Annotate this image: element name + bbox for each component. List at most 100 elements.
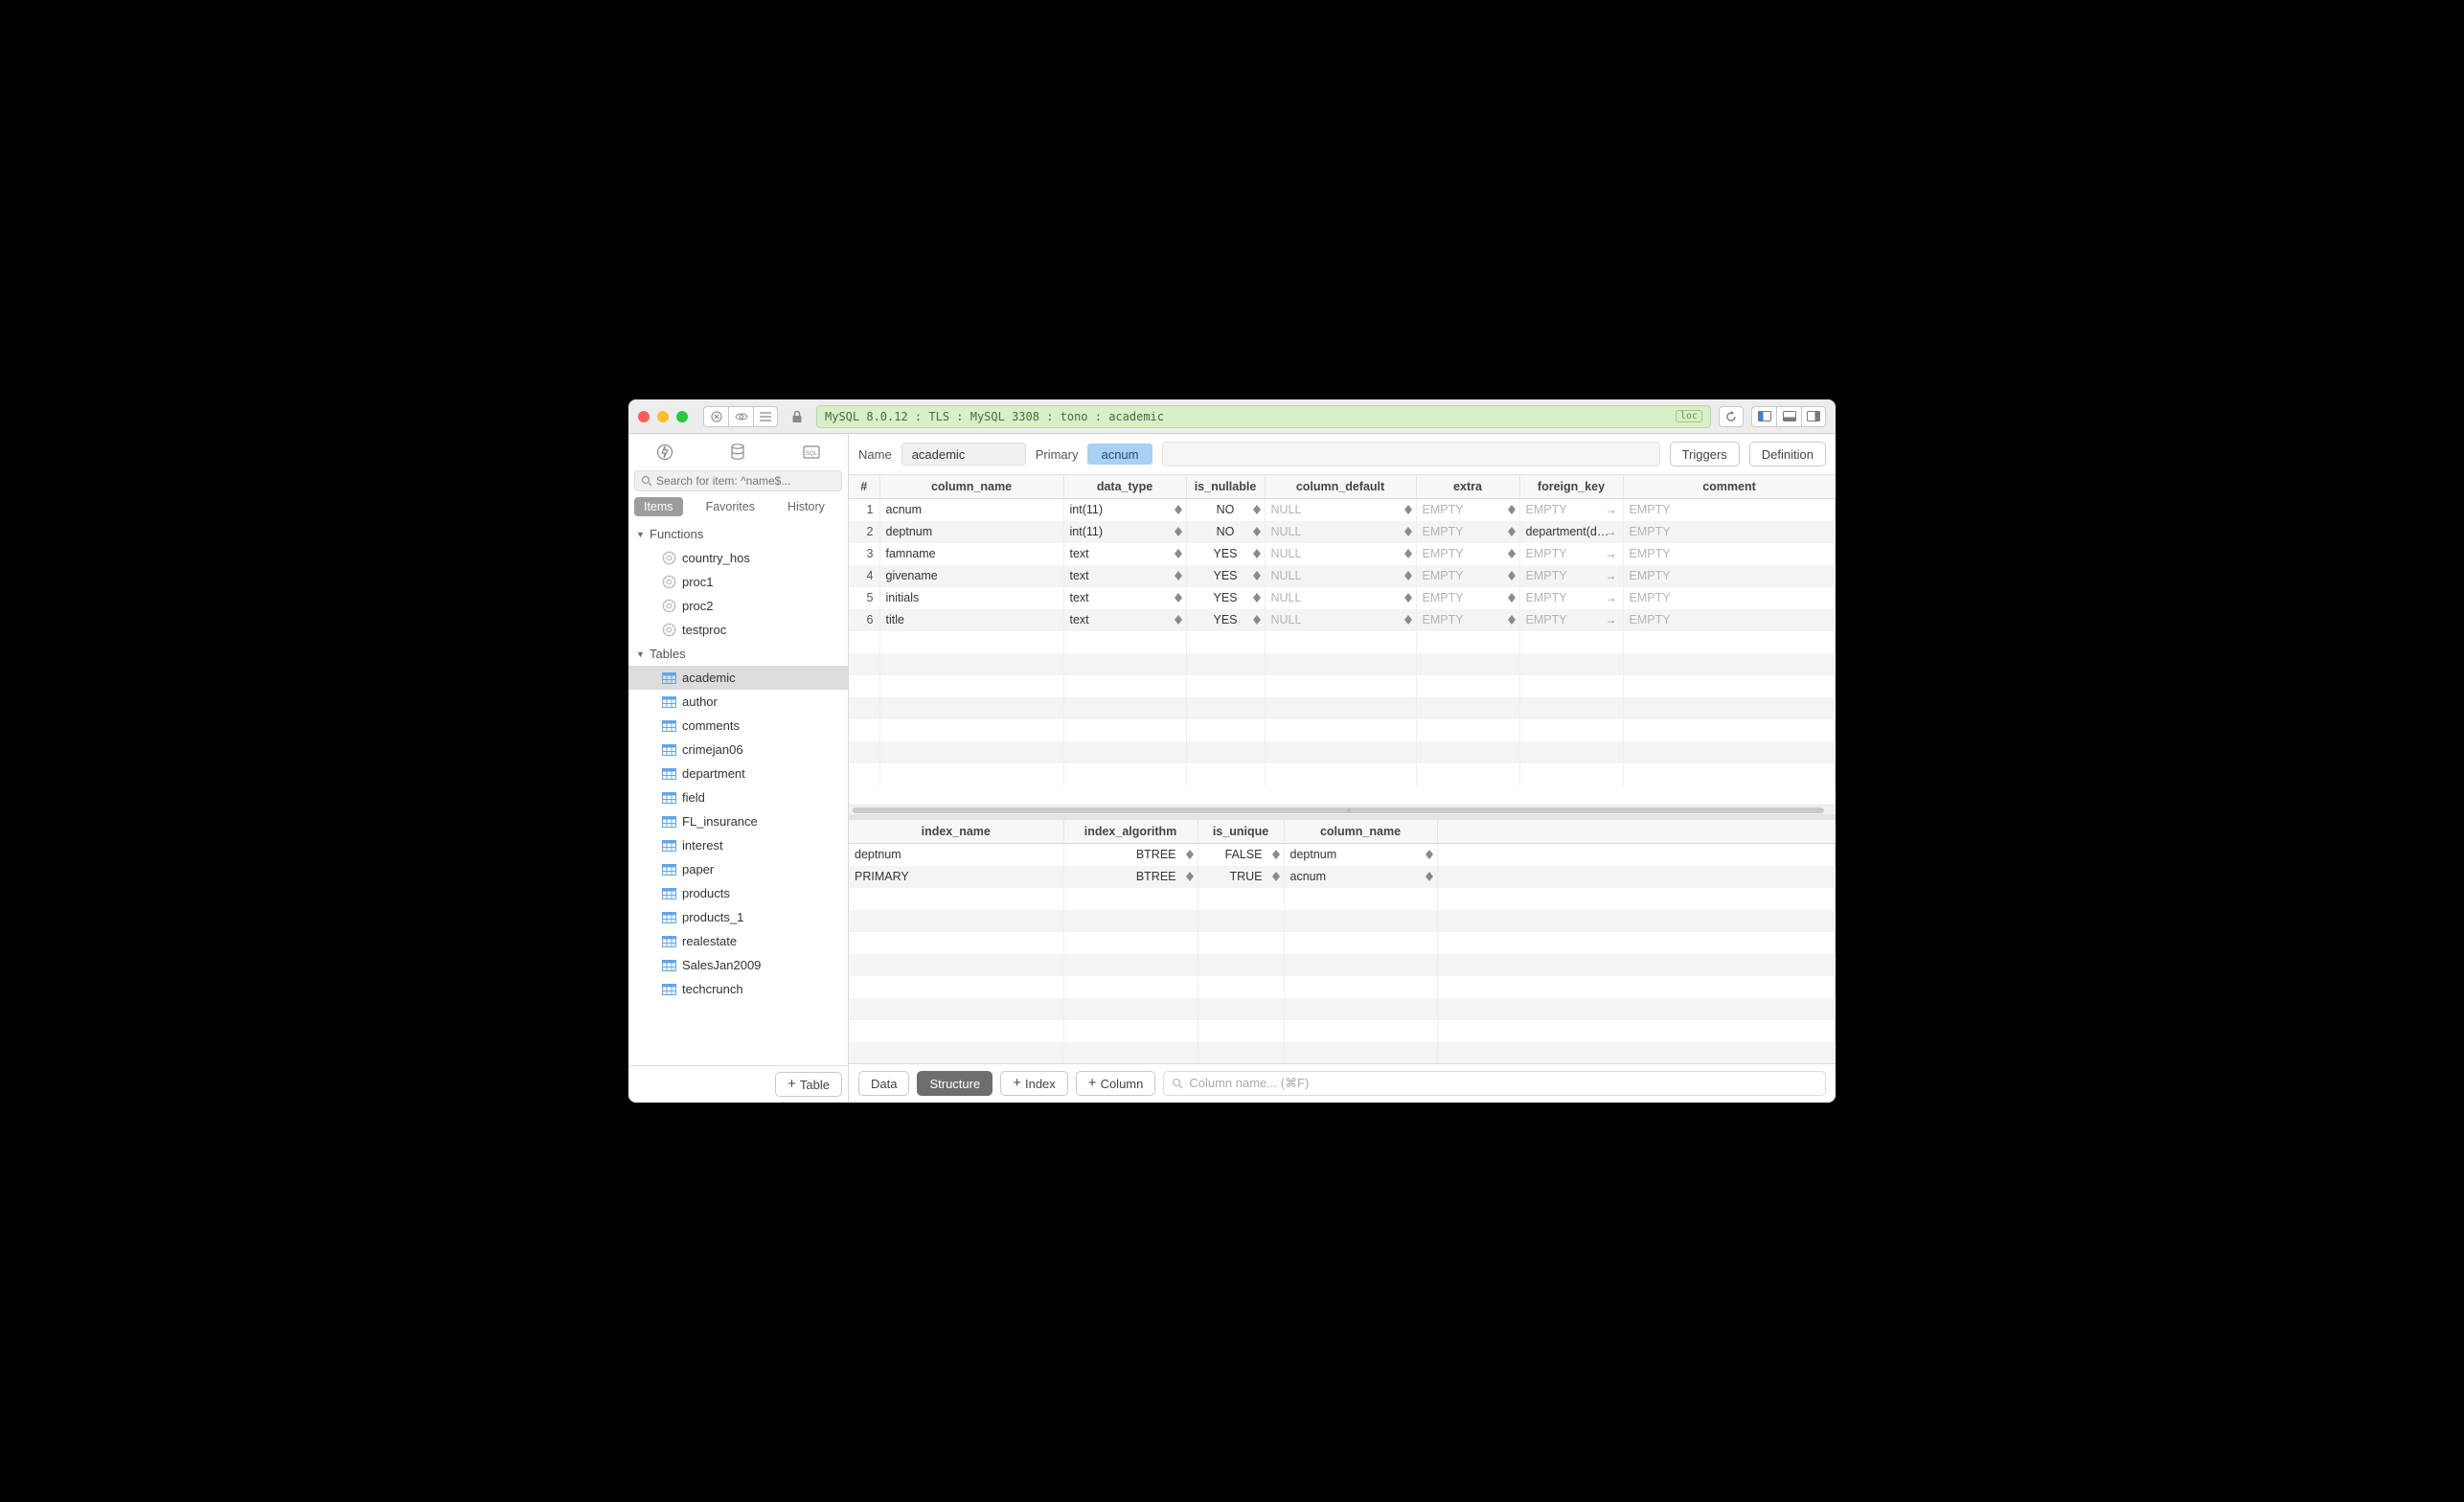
minimize-window-button[interactable] (657, 411, 669, 422)
connection-text: MySQL 8.0.12 : TLS : MySQL 3308 : tono :… (825, 410, 1668, 423)
layout-right-icon[interactable] (1801, 406, 1826, 427)
main-panel: Name academic Primary acnum Triggers Def… (849, 434, 1836, 1103)
table-row[interactable]: 4givenametextYESNULLEMPTYEMPTY→EMPTY (849, 565, 1836, 587)
sidebar-item-table[interactable]: techcrunch (628, 977, 848, 1001)
sidebar-item-table[interactable]: department (628, 762, 848, 785)
sidebar: SQL Items Favorites History ▼Functions c… (628, 434, 849, 1103)
close-window-button[interactable] (638, 411, 650, 422)
col-hdr-type[interactable]: data_type (1063, 475, 1186, 499)
idx-hdr-col[interactable]: column_name (1284, 820, 1437, 844)
col-hdr-name[interactable]: column_name (879, 475, 1063, 499)
sidebar-item-table[interactable]: field (628, 785, 848, 809)
add-column-button[interactable]: +Column (1076, 1071, 1156, 1096)
col-hdr-comment[interactable]: comment (1623, 475, 1836, 499)
structure-tab-button[interactable]: Structure (917, 1071, 992, 1096)
cancel-icon[interactable] (703, 406, 728, 427)
sidebar-item-fn[interactable]: testproc (628, 618, 848, 642)
index-grid: index_name index_algorithm is_unique col… (849, 814, 1836, 1063)
table-row[interactable]: 2deptnumint(11)NONULLEMPTYdepartment(d…→… (849, 521, 1836, 543)
table-row[interactable]: PRIMARYBTREETRUEacnum (849, 866, 1836, 888)
col-hdr-default[interactable]: column_default (1265, 475, 1416, 499)
sidebar-search-input[interactable] (656, 474, 835, 488)
name-label: Name (858, 447, 892, 462)
table-row-empty (849, 631, 1836, 653)
table-row-empty (849, 910, 1836, 932)
sidebar-item-table[interactable]: crimejan06 (628, 738, 848, 762)
table-row-empty (849, 998, 1836, 1020)
sidebar-item-table[interactable]: paper (628, 857, 848, 881)
tree-functions-header[interactable]: ▼Functions (628, 522, 848, 546)
idx-hdr-algo[interactable]: index_algorithm (1063, 820, 1198, 844)
sidebar-item-table[interactable]: author (628, 690, 848, 714)
table-row-empty (849, 1042, 1836, 1064)
sidebar-item-table[interactable]: products (628, 881, 848, 905)
table-row[interactable]: deptnumBTREEFALSEdeptnum (849, 844, 1836, 866)
col-hdr-fk[interactable]: foreign_key (1519, 475, 1623, 499)
table-row-empty (849, 741, 1836, 763)
eye-icon[interactable] (728, 406, 753, 427)
titlebar: MySQL 8.0.12 : TLS : MySQL 3308 : tono :… (628, 399, 1836, 434)
table-row[interactable]: 5initialstextYESNULLEMPTYEMPTY→EMPTY (849, 587, 1836, 609)
sidebar-item-table[interactable]: SalesJan2009 (628, 953, 848, 977)
sidebar-item-fn[interactable]: country_hos (628, 546, 848, 570)
header-empty-slot[interactable] (1162, 442, 1660, 467)
idx-hdr-unique[interactable]: is_unique (1198, 820, 1284, 844)
idx-hdr-name[interactable]: index_name (849, 820, 1063, 844)
table-name-field[interactable]: academic (901, 443, 1026, 466)
col-hdr-idx[interactable]: # (849, 475, 879, 499)
search-icon (641, 475, 652, 487)
column-filter[interactable]: Column name... (⌘F) (1163, 1071, 1826, 1096)
list-icon[interactable] (753, 406, 778, 427)
table-row-empty (849, 675, 1836, 697)
sidebar-mode-tabs: SQL (628, 434, 848, 470)
sidebar-item-table[interactable]: FL_insurance (628, 809, 848, 833)
connection-pill[interactable]: MySQL 8.0.12 : TLS : MySQL 3308 : tono :… (816, 405, 1711, 428)
table-row-empty (849, 697, 1836, 719)
sidebar-item-table[interactable]: academic (628, 666, 848, 690)
sidebar-item-table[interactable]: comments (628, 714, 848, 738)
columns-hscroll[interactable] (849, 805, 1836, 814)
sql-mode-icon[interactable]: SQL (793, 440, 830, 465)
table-row-empty (849, 888, 1836, 910)
layout-bottom-icon[interactable] (1776, 406, 1801, 427)
traffic-lights (638, 411, 688, 422)
search-icon (1172, 1078, 1183, 1089)
table-row-empty (849, 1020, 1836, 1042)
col-hdr-nullable[interactable]: is_nullable (1186, 475, 1265, 499)
columns-grid: # column_name data_type is_nullable colu… (849, 475, 1836, 814)
data-tab-button[interactable]: Data (858, 1071, 909, 1096)
connection-mode-icon[interactable] (647, 440, 683, 465)
sidebar-search[interactable] (634, 470, 842, 491)
definition-button[interactable]: Definition (1749, 442, 1826, 467)
tree-tables-header[interactable]: ▼Tables (628, 642, 848, 666)
add-table-button[interactable]: +Table (775, 1072, 842, 1097)
refresh-icon[interactable] (1719, 406, 1744, 427)
lock-icon[interactable] (786, 410, 809, 423)
sidebar-item-fn[interactable]: proc1 (628, 570, 848, 594)
svg-text:SQL: SQL (806, 451, 818, 457)
bottom-toolbar: Data Structure +Index +Column Column nam… (849, 1063, 1836, 1103)
database-mode-icon[interactable] (719, 440, 756, 465)
sidebar-item-table[interactable]: realestate (628, 929, 848, 953)
app-window: MySQL 8.0.12 : TLS : MySQL 3308 : tono :… (628, 399, 1836, 1103)
add-index-button[interactable]: +Index (1000, 1071, 1068, 1096)
primary-key-pill[interactable]: acnum (1087, 444, 1152, 465)
seg-items[interactable]: Items (634, 497, 683, 516)
table-row[interactable]: 3famnametextYESNULLEMPTYEMPTY→EMPTY (849, 543, 1836, 565)
sidebar-item-table[interactable]: products_1 (628, 905, 848, 929)
table-row[interactable]: 1acnumint(11)NONULLEMPTYEMPTY→EMPTY (849, 499, 1836, 521)
table-row[interactable]: 6titletextYESNULLEMPTYEMPTY→EMPTY (849, 609, 1836, 631)
zoom-window-button[interactable] (676, 411, 688, 422)
col-hdr-extra[interactable]: extra (1416, 475, 1519, 499)
sidebar-item-table[interactable]: interest (628, 833, 848, 857)
layout-left-icon[interactable] (1751, 406, 1776, 427)
sidebar-item-fn[interactable]: proc2 (628, 594, 848, 618)
loc-badge: loc (1676, 410, 1702, 422)
sidebar-segments: Items Favorites History (634, 497, 842, 516)
primary-label: Primary (1036, 447, 1079, 462)
triggers-button[interactable]: Triggers (1670, 442, 1740, 467)
seg-favorites[interactable]: Favorites (696, 497, 764, 516)
seg-history[interactable]: History (778, 497, 834, 516)
table-header-bar: Name academic Primary acnum Triggers Def… (849, 434, 1836, 475)
layout-group (1751, 406, 1826, 427)
